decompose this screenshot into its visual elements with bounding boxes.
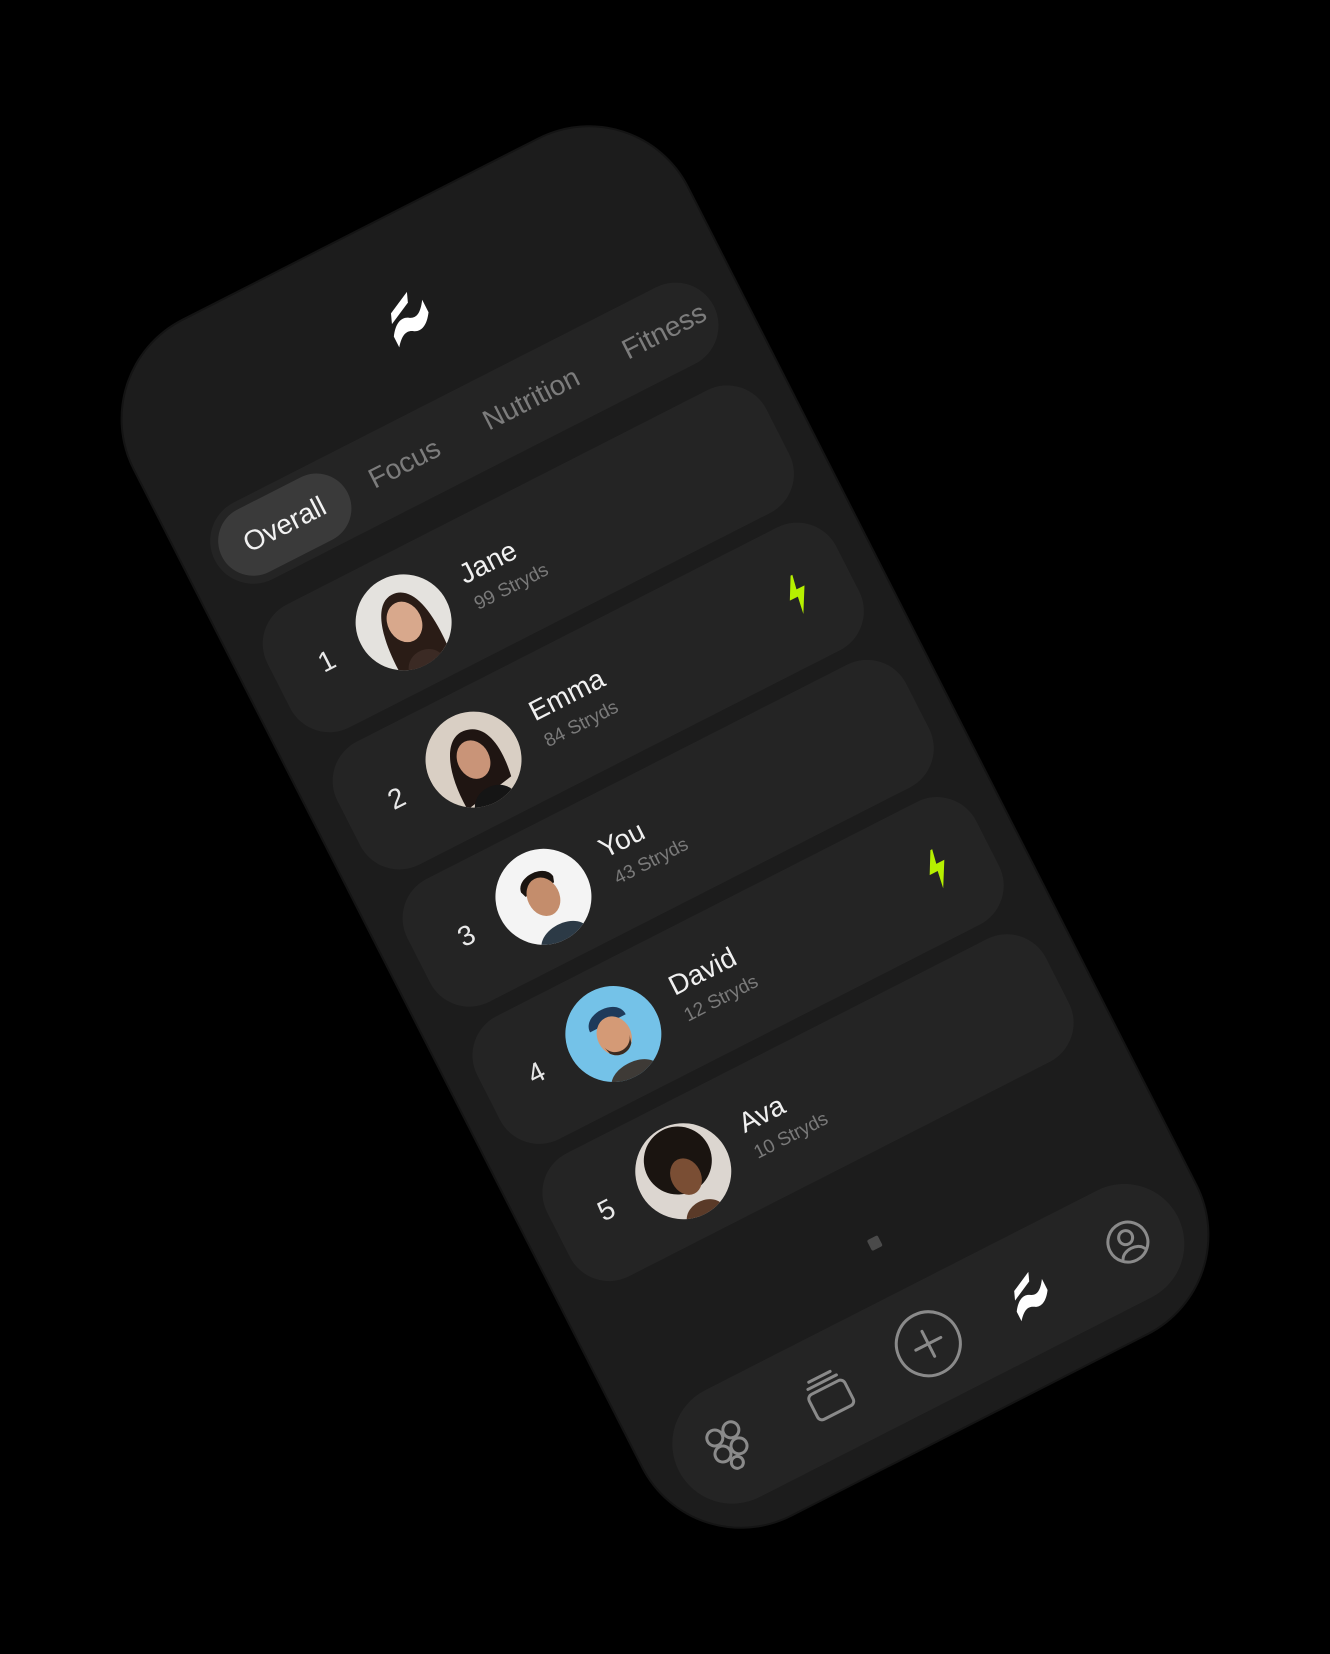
tab-fitness[interactable]: Fitness <box>585 268 744 395</box>
rank-number: 2 <box>382 780 411 816</box>
avatar <box>548 969 678 1099</box>
page-indicator-dot <box>866 1235 883 1252</box>
nav-cards[interactable] <box>781 1348 875 1442</box>
nav-community[interactable] <box>682 1398 776 1492</box>
tab-nutrition[interactable]: Nutrition <box>446 332 617 465</box>
avatar <box>618 1106 748 1236</box>
rank-number: 3 <box>452 918 481 953</box>
stage: Overall Focus Nutrition Fitness 1 Jane 9… <box>0 0 1330 1654</box>
lightning-bolt-icon <box>789 574 805 614</box>
nav-profile[interactable] <box>1081 1195 1175 1289</box>
avatar <box>408 695 539 825</box>
profile-icon <box>1106 1220 1150 1264</box>
avatar <box>339 557 469 687</box>
plus-circle-icon <box>894 1310 962 1378</box>
rank-number: 4 <box>522 1055 551 1091</box>
avatar <box>478 832 608 962</box>
tab-focus[interactable]: Focus <box>331 403 477 524</box>
stryd-logo-icon <box>1014 1271 1048 1322</box>
circles-grid-icon <box>705 1420 749 1470</box>
rank-number: 5 <box>592 1192 621 1228</box>
lightning-bolt-icon <box>929 849 945 889</box>
rank-number: 1 <box>312 643 341 679</box>
stryd-logo-icon <box>390 291 429 348</box>
nav-leaderboard[interactable] <box>981 1246 1075 1340</box>
tab-overall[interactable]: Overall <box>206 461 364 588</box>
phone-screen: Overall Focus Nutrition Fitness 1 Jane 9… <box>84 89 1246 1565</box>
stacked-cards-icon <box>806 1369 856 1422</box>
nav-add[interactable] <box>881 1297 975 1391</box>
